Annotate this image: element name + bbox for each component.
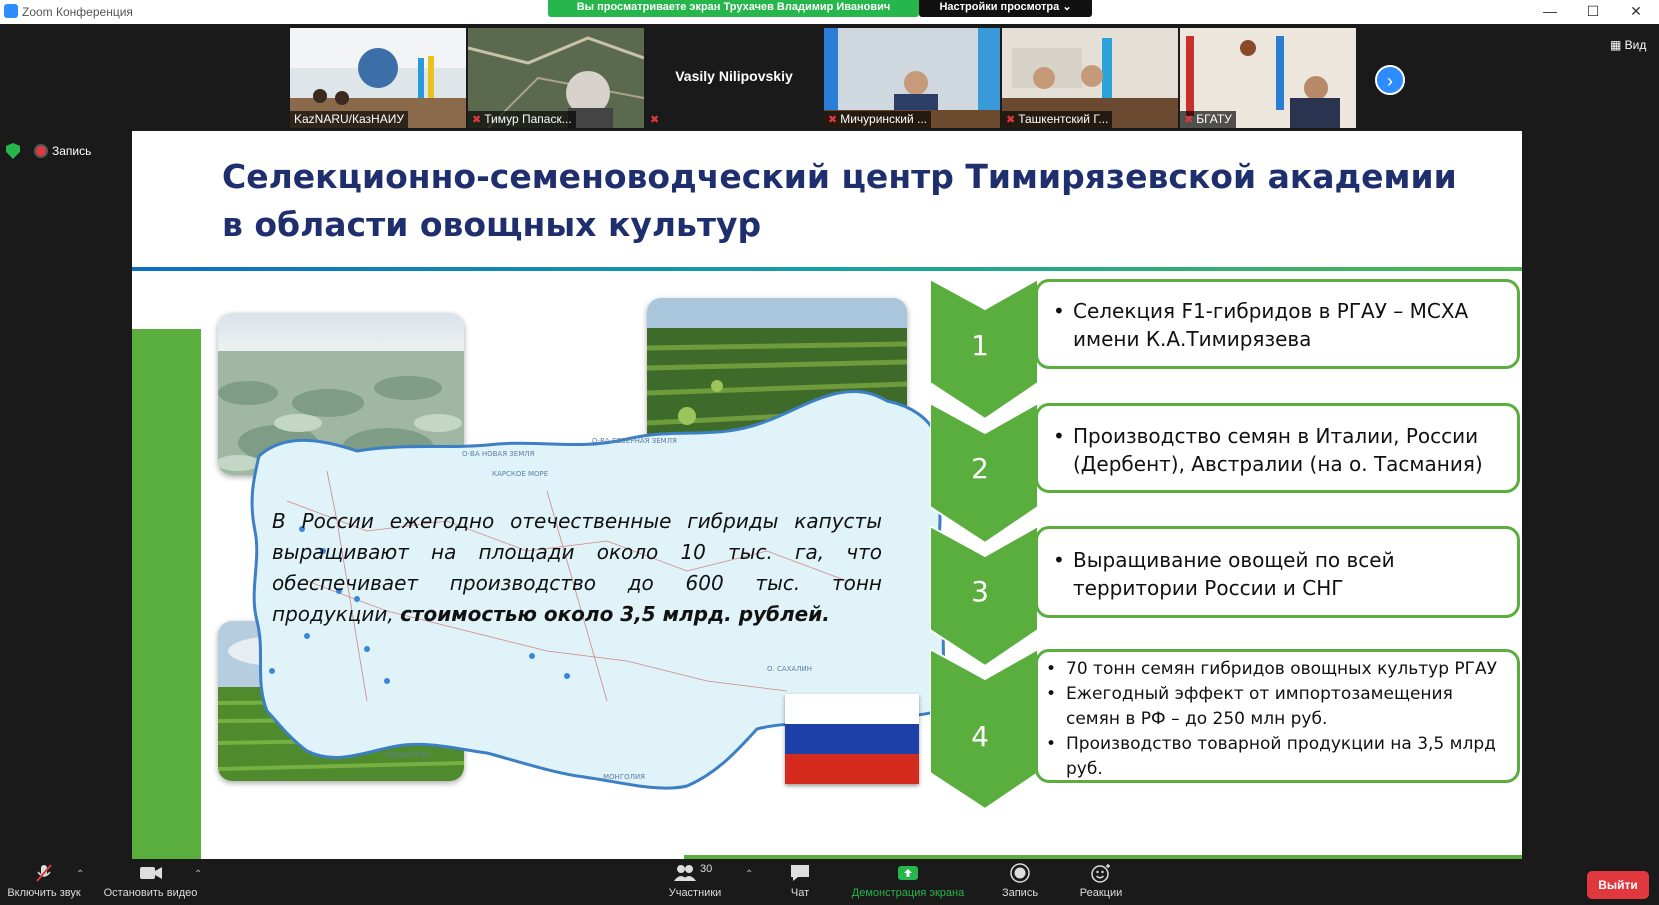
title-divider (132, 267, 1522, 271)
recording-indicator[interactable]: Запись (36, 144, 91, 158)
step-number: 4 (971, 720, 989, 753)
step-number: 1 (971, 329, 989, 362)
step-list: Выращивание овощей по всей территории Ро… (1053, 546, 1507, 602)
shared-screen-slide: Селекционно-семеноводческий центр Тимиря… (132, 131, 1522, 859)
participant-tile[interactable]: Vasily Nilipovskiy ✖ (646, 28, 822, 128)
step-item: Выращивание овощей по всей территории Ро… (1053, 546, 1507, 602)
share-screen-icon (843, 863, 973, 883)
participant-tile[interactable]: KazNARU/КазНАИУ (290, 28, 466, 128)
step-list: 70 тонн семян гибридов овощных культур Р… (1046, 657, 1507, 782)
window-title: Zoom Конференция (22, 5, 133, 19)
participant-tile[interactable]: ✖ Ташкентский Г... (1002, 28, 1178, 128)
mic-off-icon: ✖ (1184, 114, 1194, 126)
map-caption: В России ежегодно отечественные гибриды … (272, 509, 882, 626)
participant-name: KazNARU/КазНАИУ (290, 111, 408, 128)
record-button[interactable]: Запись (990, 863, 1050, 899)
audio-options-caret[interactable]: ⌃ (76, 869, 84, 880)
step-item: 70 тонн семян гибридов овощных культур Р… (1046, 657, 1507, 682)
participant-tile[interactable]: ✖ БГАТУ (1180, 28, 1356, 128)
step-number: 2 (971, 452, 989, 485)
participant-name: ✖ Мичуринский ... (824, 111, 932, 128)
map-label: О. САХАЛИН (767, 665, 812, 673)
view-button[interactable]: ▦ Вид (1610, 38, 1646, 52)
video-options-caret[interactable]: ⌃ (194, 869, 202, 880)
share-screen-button[interactable]: Демонстрация экрана (843, 863, 973, 899)
step-item: Ежегодный эффект от импортозамещения сем… (1046, 682, 1507, 732)
step-list: Селекция F1-гибридов в РГАУ – МСХА имени… (1053, 297, 1507, 353)
slide-title: Селекционно-семеноводческий центр Тимиря… (222, 157, 1457, 244)
map-label: КАЗАХСТАН (387, 751, 430, 759)
reactions-icon (1068, 863, 1134, 883)
participant-mic-status: ✖ (646, 111, 666, 128)
step-box-1: Селекция F1-гибридов в РГАУ – МСХА имени… (1035, 279, 1520, 369)
leave-meeting-button[interactable]: Выйти (1587, 871, 1649, 899)
participant-name: ✖ БГАТУ (1180, 111, 1236, 128)
minimize-button[interactable]: — (1527, 0, 1573, 24)
mic-off-icon: ✖ (650, 114, 660, 126)
left-accent-bar (132, 329, 201, 859)
reactions-button[interactable]: Реакции (1068, 863, 1134, 899)
step-number: 3 (971, 575, 989, 608)
map-label: МОНГОЛИЯ (603, 773, 645, 781)
step-box-2: Производство семян в Италии, России (Дер… (1035, 403, 1520, 493)
view-options-menu[interactable]: Настройки просмотра ⌄ (919, 0, 1092, 17)
russia-flag (785, 694, 919, 784)
step-box-4: 70 тонн семян гибридов овощных культур Р… (1035, 649, 1520, 783)
mic-muted-icon (4, 863, 84, 883)
participants-options-caret[interactable]: ⌃ (745, 869, 753, 880)
map-label: КАРСКОЕ МОРЕ (492, 470, 548, 478)
stop-video-button[interactable]: Остановить видео (98, 863, 203, 899)
close-button[interactable]: ✕ (1613, 0, 1659, 24)
participants-button[interactable]: 30 Участники (660, 863, 730, 899)
security-shield-icon[interactable] (6, 143, 20, 159)
record-dot-icon (36, 146, 46, 156)
zoom-app-icon (4, 4, 18, 18)
unmute-button[interactable]: Включить звук (4, 863, 84, 899)
step-item: Производство товарной продукции на 3,5 м… (1046, 732, 1507, 782)
mic-off-icon: ✖ (1006, 114, 1016, 126)
participants-count: 30 (700, 863, 712, 875)
participant-name: ✖ Тимур Папаск... (468, 111, 576, 128)
participant-name-large: Vasily Nilipovskiy (675, 68, 793, 84)
participant-tile[interactable]: ✖ Тимур Папаск... (468, 28, 644, 128)
step-item: Селекция F1-гибридов в РГАУ – МСХА имени… (1053, 297, 1507, 353)
step-list: Производство семян в Италии, России (Дер… (1053, 422, 1507, 478)
screen-share-banner: Вы просматриваете экран Трухачев Владими… (548, 0, 919, 17)
camera-icon (98, 863, 203, 883)
chat-button[interactable]: Чат (775, 863, 825, 899)
step-item: Производство семян в Италии, России (Дер… (1053, 422, 1507, 478)
participant-tile[interactable]: ✖ Мичуринский ... (824, 28, 1000, 128)
mic-off-icon: ✖ (828, 114, 838, 126)
participants-icon: 30 (660, 863, 730, 883)
record-icon (990, 863, 1050, 883)
map-label: О-ВА СЕВЕРНАЯ ЗЕМЛЯ (592, 437, 677, 445)
gallery-next-button[interactable]: › (1375, 65, 1405, 95)
chat-icon (775, 863, 825, 883)
map-label: О-ВА НОВАЯ ЗЕМЛЯ (462, 450, 535, 458)
meeting-toolbar: Включить звук ⌃ Остановить видео ⌃ 30 Уч… (0, 859, 1659, 905)
maximize-button[interactable]: ☐ (1570, 0, 1616, 24)
participant-name: ✖ Ташкентский Г... (1002, 111, 1113, 128)
step-box-3: Выращивание овощей по всей территории Ро… (1035, 526, 1520, 618)
mic-off-icon: ✖ (472, 114, 482, 126)
